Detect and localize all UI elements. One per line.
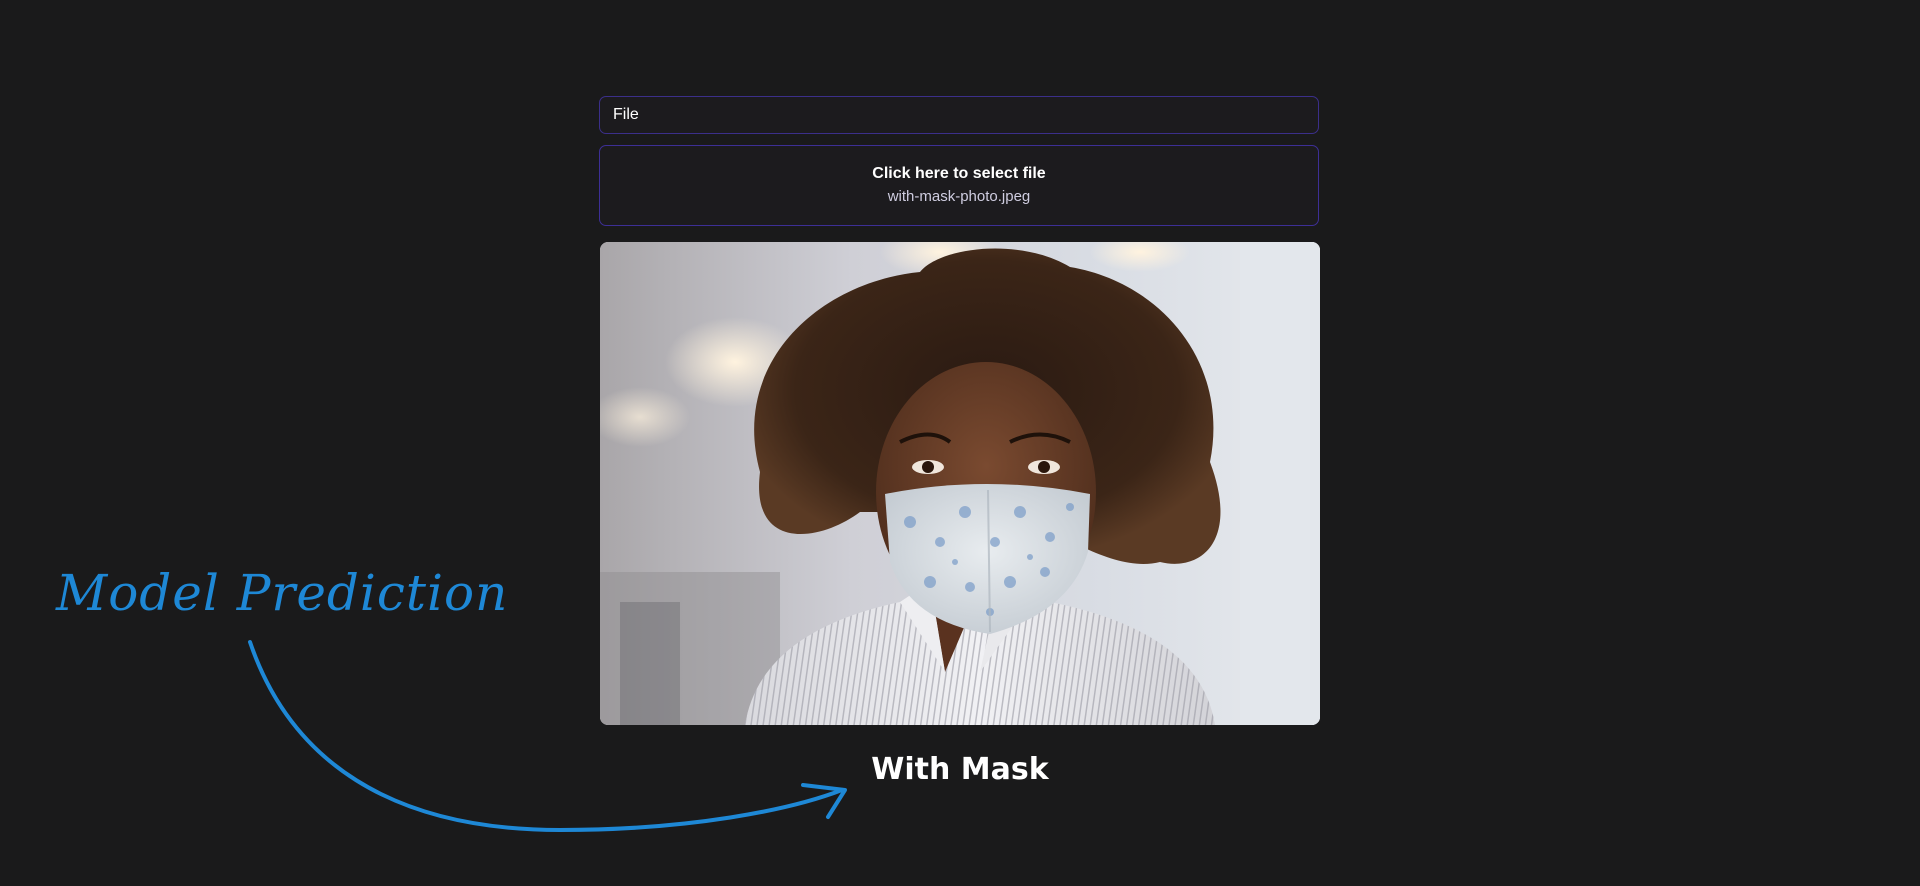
annotation-arrow-icon <box>248 640 847 833</box>
page: File Click here to select file with-mask… <box>0 0 1920 886</box>
